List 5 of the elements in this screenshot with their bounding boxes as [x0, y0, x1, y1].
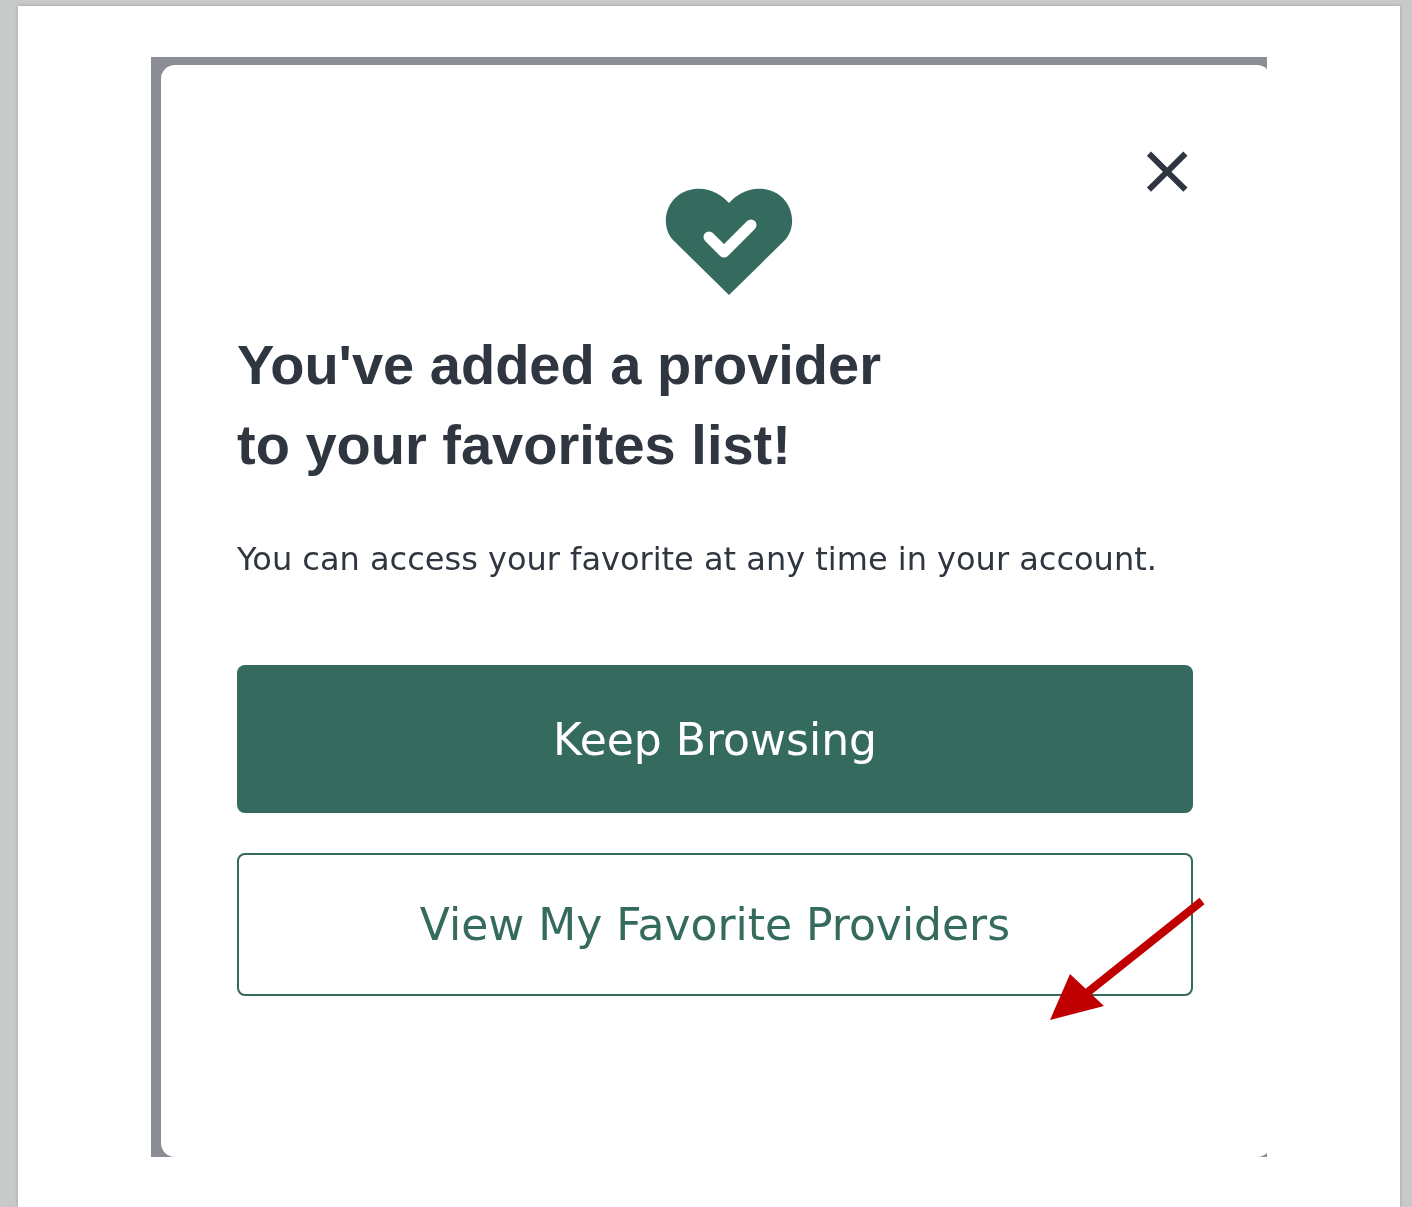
keep-browsing-button[interactable]: Keep Browsing: [237, 665, 1193, 813]
dialog-title: You've added a provider to your favorites list!: [237, 332, 882, 478]
dialog-message: You can access your favorite at any time in your account.: [237, 539, 1157, 580]
close-button[interactable]: ×: [1137, 133, 1193, 205]
view-favorites-button[interactable]: View My Favorite Providers: [237, 853, 1193, 996]
